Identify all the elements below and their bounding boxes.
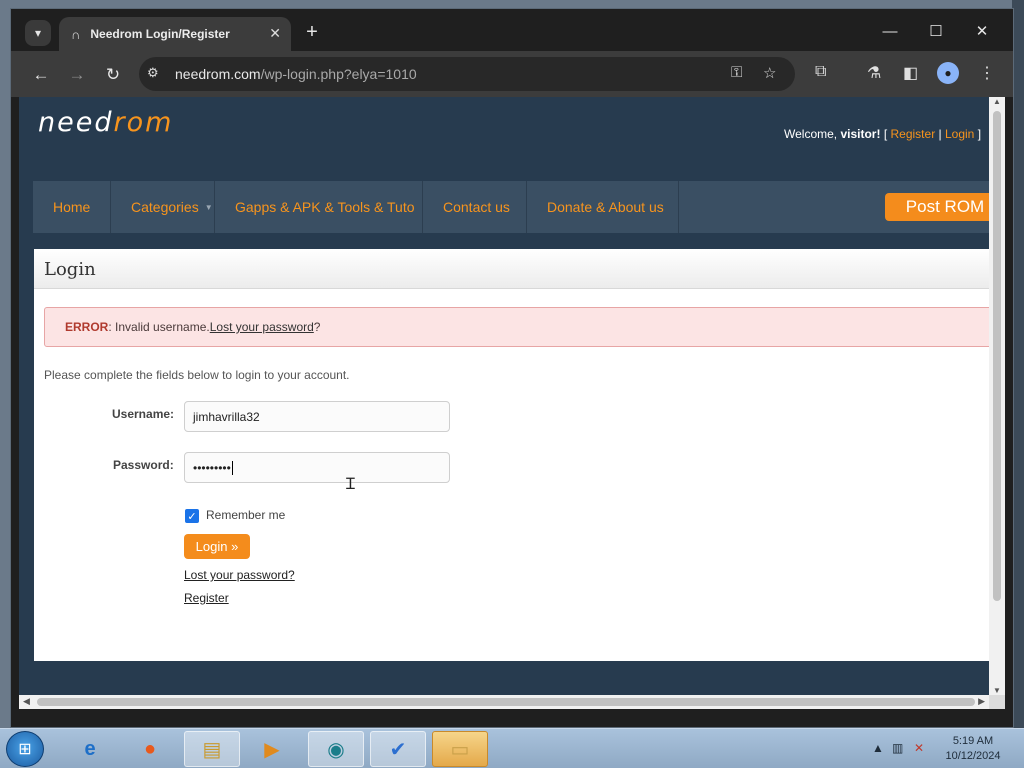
welcome-text: Welcome, visitor! [ Register | Login ] xyxy=(784,127,982,141)
tab-menu-icon[interactable]: ▾ xyxy=(25,20,51,46)
clock[interactable]: 5:19 AM 10/12/2024 xyxy=(940,734,1006,764)
nav-donate[interactable]: Donate & About us xyxy=(527,181,679,233)
volume-muted-icon[interactable]: ✕ xyxy=(914,741,924,755)
tab-favicon-icon: ∩ xyxy=(71,26,81,42)
scrollbar-corner xyxy=(989,695,1005,709)
login-button[interactable]: Login » xyxy=(184,534,250,559)
nav-contact[interactable]: Contact us xyxy=(423,181,527,233)
app-icon[interactable]: ◉ xyxy=(308,731,364,767)
login-panel: Login ERROR: Invalid username. Lost your… xyxy=(34,249,989,661)
password-input[interactable]: ••••••••• xyxy=(184,452,450,483)
username-label: Username: xyxy=(112,407,175,421)
intro-text: Please complete the fields below to logi… xyxy=(44,368,350,382)
remember-me-label[interactable]: Remember me xyxy=(206,508,285,522)
star-icon[interactable]: ☆ xyxy=(763,64,776,82)
firefox-icon[interactable]: ● xyxy=(122,731,178,767)
network-icon[interactable]: ▥ xyxy=(892,741,903,755)
page-title: Login xyxy=(44,259,96,280)
new-tab-icon[interactable]: + xyxy=(299,19,325,45)
site-info-icon[interactable]: ⚙ xyxy=(147,65,159,81)
reload-icon[interactable]: ↻ xyxy=(99,61,127,89)
sidebar-icon[interactable]: ◧ xyxy=(903,63,918,83)
browser-window: ▾ ∩ Needrom Login/Register ✕ + — ☐ ✕ ← →… xyxy=(10,8,1014,728)
url-text[interactable]: needrom.com/wp-login.php?elya=1010 xyxy=(175,66,417,82)
horizontal-scrollbar[interactable]: ◀ ▶ xyxy=(19,695,989,709)
profile-icon[interactable]: ● xyxy=(937,62,959,84)
scroll-left-icon[interactable]: ◀ xyxy=(23,696,30,707)
back-icon[interactable]: ← xyxy=(27,61,55,89)
ibeam-cursor-icon: Ɪ xyxy=(346,476,355,493)
panel-header: Login xyxy=(34,249,989,289)
ie-icon[interactable]: e xyxy=(62,731,118,767)
error-lost-password-link[interactable]: Lost your password xyxy=(210,320,314,334)
browser-toolbar: ← → ↻ ⚙ needrom.com/wp-login.php?elya=10… xyxy=(11,51,1013,97)
labs-icon[interactable]: ⚗ xyxy=(867,63,881,83)
explorer-icon[interactable]: ▤ xyxy=(184,731,240,767)
menu-icon[interactable]: ⋮ xyxy=(979,63,995,83)
forward-icon[interactable]: → xyxy=(63,61,91,89)
tab-title: Needrom Login/Register xyxy=(90,27,230,41)
remember-me-checkbox[interactable]: ✓ xyxy=(185,509,199,523)
vertical-scrollbar[interactable]: ▲ ▼ xyxy=(989,97,1005,695)
horizontal-scroll-thumb[interactable] xyxy=(37,698,975,706)
close-window-icon[interactable]: ✕ xyxy=(961,17,1003,45)
lost-password-link[interactable]: Lost your password? xyxy=(184,568,295,582)
tab-bar: ▾ ∩ Needrom Login/Register ✕ + — ☐ ✕ xyxy=(11,9,1013,51)
window-bottom-edge xyxy=(11,709,1013,727)
post-rom-button[interactable]: Post ROM xyxy=(885,193,989,221)
site-logo[interactable]: needrom xyxy=(38,107,173,138)
tab-needrom[interactable]: ∩ Needrom Login/Register ✕ xyxy=(59,17,291,51)
tray-chevron-up-icon[interactable]: ▲ xyxy=(872,741,884,755)
checkbox-checked-icon: ✓ xyxy=(187,510,197,523)
nav-home[interactable]: Home xyxy=(33,181,111,233)
chevron-down-icon: ▼ xyxy=(204,202,213,212)
password-label: Password: xyxy=(113,458,174,472)
address-bar[interactable]: ⚙ needrom.com/wp-login.php?elya=1010 ⚿ ☆ xyxy=(139,57,795,91)
key-icon[interactable]: ⚿ xyxy=(731,64,742,81)
register-link[interactable]: Register xyxy=(184,591,229,605)
media-icon[interactable]: ▶ xyxy=(244,731,300,767)
maximize-icon[interactable]: ☐ xyxy=(915,17,957,45)
page-viewport: needrom Welcome, visitor! [ Register | L… xyxy=(19,97,989,695)
extensions-icon[interactable]: ⧉ xyxy=(815,63,826,81)
username-input[interactable]: jimhavrilla32 xyxy=(184,401,450,432)
start-icon[interactable]: ⊞ xyxy=(6,731,44,767)
vertical-scroll-thumb[interactable] xyxy=(993,111,1001,601)
scroll-right-icon[interactable]: ▶ xyxy=(978,696,985,707)
main-nav: Home Categories ▼ Gapps & APK & Tools & T… xyxy=(33,181,989,233)
clock-time: 5:19 AM xyxy=(952,735,994,747)
taskbar: ⊞ e ● ▤ ▶ ◉ ✔ ▭ ▲ ▥ ✕ 5:19 AM 10/12/2024 xyxy=(0,728,1024,768)
scroll-up-icon[interactable]: ▲ xyxy=(993,97,1001,106)
error-message: ERROR: Invalid username. Lost your passw… xyxy=(44,307,989,347)
nav-gapps[interactable]: Gapps & APK & Tools & Tuto xyxy=(215,181,423,233)
task-icon[interactable]: ✔ xyxy=(370,731,426,767)
tab-close-icon[interactable]: ✕ xyxy=(269,25,281,42)
header-register-link[interactable]: Register xyxy=(891,127,936,141)
text-caret xyxy=(231,460,233,475)
scroll-down-icon[interactable]: ▼ xyxy=(993,686,1001,695)
nav-categories[interactable]: Categories ▼ xyxy=(111,181,215,233)
folder-icon[interactable]: ▭ xyxy=(432,731,488,767)
clock-date: 10/12/2024 xyxy=(945,750,1001,762)
minimize-icon[interactable]: — xyxy=(869,17,911,45)
header-login-link[interactable]: Login xyxy=(945,127,974,141)
